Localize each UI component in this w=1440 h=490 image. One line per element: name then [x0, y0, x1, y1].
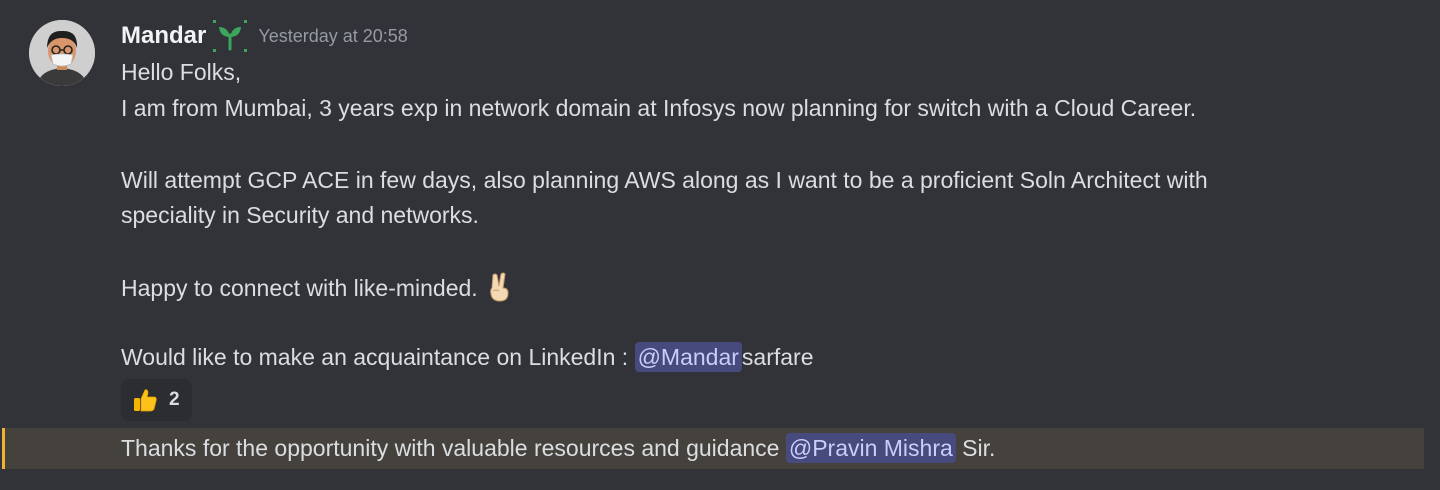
reaction-count: 2	[169, 389, 180, 410]
message-line: Would like to make an acquaintance on Li…	[121, 342, 814, 372]
mention-highlight-bar	[2, 428, 5, 469]
avatar[interactable]	[29, 20, 95, 86]
message-text: Would like to make an acquaintance on Li…	[121, 344, 635, 370]
message-line: speciality in Security and networks.	[121, 202, 479, 228]
message-line: Thanks for the opportunity with valuable…	[121, 433, 995, 463]
message-text: sarfare	[741, 344, 814, 370]
highlighted-message: Thanks for the opportunity with valuable…	[2, 428, 1424, 469]
message-group: Mandar Yesterday at 20:58 Hello Folks, I…	[0, 0, 1440, 490]
message-line: Happy to connect with like-minded.	[121, 271, 514, 303]
thumbs-up-icon	[131, 386, 159, 414]
message-line: I am from Mumbai, 3 years exp in network…	[121, 95, 1197, 121]
message-text: Happy to connect with like-minded.	[121, 275, 478, 301]
avatar-icon	[29, 20, 95, 86]
message-header: Mandar Yesterday at 20:58	[121, 20, 408, 52]
message-text: Sir.	[955, 435, 996, 461]
timestamp[interactable]: Yesterday at 20:58	[258, 26, 407, 47]
message-line: Will attempt GCP ACE in few days, also p…	[121, 167, 1208, 193]
user-mention[interactable]: @Pravin Mishra	[785, 433, 956, 463]
user-mention[interactable]: @Mandar	[634, 342, 742, 372]
message-line: Hello Folks,	[121, 59, 242, 85]
reaction-thumbs-up[interactable]: 2	[121, 379, 192, 421]
sprout-icon	[212, 19, 248, 53]
victory-hand-icon	[484, 271, 514, 303]
message-text: Thanks for the opportunity with valuable…	[121, 435, 786, 461]
author-name[interactable]: Mandar	[121, 22, 206, 50]
